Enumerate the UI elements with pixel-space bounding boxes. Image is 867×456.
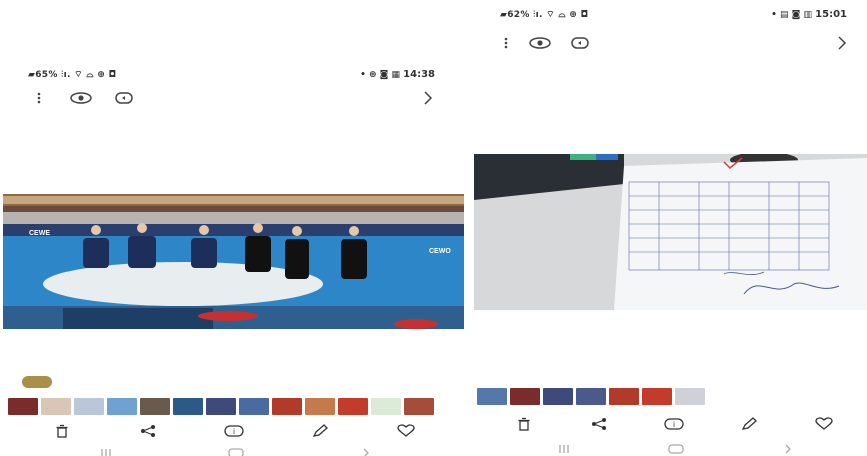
status-time: 15:01: [815, 9, 847, 20]
back-icon[interactable]: [778, 442, 798, 456]
action-bar: i: [470, 414, 867, 434]
gallery-thumbnail[interactable]: [543, 388, 573, 405]
gallery-thumbnail[interactable]: [609, 388, 639, 405]
status-left: ▰62% ⫶ı. ⌔ ⌓ ⊕ ◘: [500, 10, 589, 20]
thumbnail-strip: [477, 388, 705, 405]
team-photo: CEWE CEWO: [3, 194, 464, 329]
recent-apps-icon[interactable]: [554, 442, 574, 456]
gallery-thumbnail[interactable]: [338, 398, 368, 415]
more-vertical-icon[interactable]: [499, 31, 513, 55]
gallery-thumbnail[interactable]: [272, 398, 302, 415]
remaster-icon[interactable]: [112, 86, 136, 110]
remaster-icon[interactable]: [568, 31, 592, 55]
gallery-thumbnail[interactable]: [675, 388, 705, 405]
eye-icon[interactable]: [68, 86, 94, 110]
trash-icon[interactable]: [50, 421, 74, 441]
status-right: • ⊛ ◙ ▦ 14:38: [360, 69, 435, 80]
right-screen: ▰62% ⫶ı. ⌔ ⌓ ⊕ ◘ • ▤ ◙ ▥ 15:01 i: [470, 0, 867, 456]
status-icons: • ▤ ◙ ▥: [771, 10, 816, 20]
top-bar: [470, 31, 867, 55]
gallery-thumbnail[interactable]: [404, 398, 434, 415]
edit-icon[interactable]: [308, 421, 332, 441]
chevron-right-icon[interactable]: [418, 86, 438, 110]
gallery-thumbnail[interactable]: [107, 398, 137, 415]
chevron-right-icon[interactable]: [832, 31, 852, 55]
scoresheet-photo: [474, 154, 867, 310]
system-nav: [470, 442, 867, 456]
heart-icon[interactable]: [394, 421, 418, 441]
share-icon[interactable]: [136, 421, 160, 441]
status-bar: ▰65% ⫶ı. ⌔ ⌓ ⊕ ◘ • ⊛ ◙ ▦ 14:38: [0, 67, 469, 83]
heart-icon[interactable]: [812, 414, 836, 434]
recent-apps-icon[interactable]: [96, 446, 116, 456]
gallery-thumbnail[interactable]: [206, 398, 236, 415]
back-icon[interactable]: [356, 446, 376, 456]
gallery-thumbnail[interactable]: [642, 388, 672, 405]
system-nav: [0, 446, 469, 456]
left-screen: ▰65% ⫶ı. ⌔ ⌓ ⊕ ◘ • ⊛ ◙ ▦ 14:38 CEWE CEWO…: [0, 58, 469, 456]
thumbnail-strip: [8, 398, 434, 415]
action-bar: i: [0, 421, 469, 441]
info-icon[interactable]: i: [222, 421, 246, 441]
gallery-thumbnail[interactable]: [140, 398, 170, 415]
gallery-thumbnail[interactable]: [173, 398, 203, 415]
status-icons: • ⊛ ◙ ▦: [360, 70, 404, 80]
gallery-thumbnail[interactable]: [8, 398, 38, 415]
banner-text-left: CEWE: [29, 230, 50, 237]
gallery-thumbnail[interactable]: [41, 398, 71, 415]
banner-text-right: CEWO: [429, 248, 451, 255]
gallery-thumbnail[interactable]: [305, 398, 335, 415]
status-right: • ▤ ◙ ▥ 15:01: [771, 9, 847, 20]
more-vertical-icon[interactable]: [32, 86, 46, 110]
home-icon[interactable]: [664, 442, 688, 456]
gallery-thumbnail[interactable]: [239, 398, 269, 415]
gallery-thumbnail[interactable]: [576, 388, 606, 405]
svg-text:i: i: [673, 420, 675, 429]
gallery-thumbnail[interactable]: [477, 388, 507, 405]
gallery-thumbnail[interactable]: [510, 388, 540, 405]
gallery-thumbnail[interactable]: [74, 398, 104, 415]
home-icon[interactable]: [224, 446, 248, 456]
top-bar: [0, 86, 469, 110]
gallery-thumbnail[interactable]: [371, 398, 401, 415]
svg-text:i: i: [233, 427, 235, 436]
status-time: 14:38: [403, 69, 435, 80]
remaster-badge-icon[interactable]: [22, 376, 52, 388]
trash-icon[interactable]: [512, 414, 536, 434]
status-bar: ▰62% ⫶ı. ⌔ ⌓ ⊕ ◘ • ▤ ◙ ▥ 15:01: [470, 7, 867, 23]
status-left: ▰65% ⫶ı. ⌔ ⌓ ⊕ ◘: [28, 70, 117, 80]
share-icon[interactable]: [587, 414, 611, 434]
info-icon[interactable]: i: [662, 414, 686, 434]
edit-icon[interactable]: [737, 414, 761, 434]
eye-icon[interactable]: [527, 31, 553, 55]
